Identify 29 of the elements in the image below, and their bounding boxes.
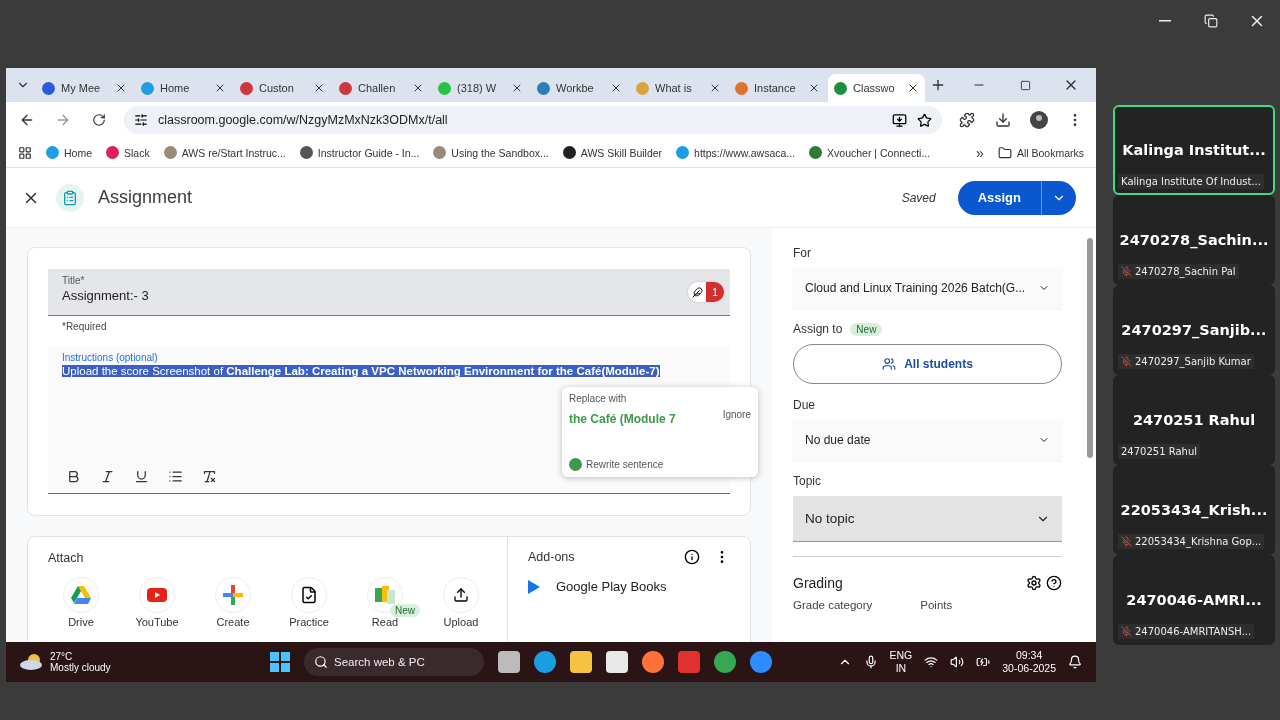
weather-condition: Mostly cloudy: [50, 662, 111, 673]
attach-label: YouTube: [135, 616, 179, 628]
attach-label: Read: [371, 616, 399, 628]
column-label: Grade category: [793, 599, 873, 611]
attach-label: Practice: [289, 616, 329, 628]
participant-label: 2470251 Rahul: [1118, 444, 1201, 459]
column-label: Points: [920, 599, 953, 611]
new-badge: New: [850, 322, 883, 336]
attach-label: Create: [216, 616, 250, 628]
temperature: 27°C: [50, 651, 74, 662]
page-title: Assignment: [98, 187, 194, 208]
participant-label: 22053434_Krishna Gop...: [1118, 534, 1265, 549]
participant-label: Kalinga Institute Of Indust...: [1118, 174, 1264, 189]
field-label: Assign to: [793, 322, 843, 336]
participant-label: 2470046-AMRITANSH...: [1118, 624, 1255, 639]
required-note: *Required: [62, 321, 108, 332]
attach-label: Upload: [443, 616, 479, 628]
field-label: Due: [793, 398, 816, 412]
section-heading: Attach: [48, 551, 85, 565]
popup-heading: Replace with: [569, 393, 628, 404]
save-status: Saved: [901, 190, 936, 205]
attach-label: Drive: [68, 616, 94, 628]
section-heading: Add-ons: [528, 550, 576, 564]
field-label: Topic: [793, 474, 822, 488]
field-label: For: [793, 246, 812, 260]
new-badge: New: [390, 604, 420, 617]
participant-label: 2470278_Sachin Pal: [1118, 264, 1239, 279]
section-heading: Grading: [793, 575, 844, 591]
participant-label: 2470297_Sanjib Kumar: [1118, 354, 1254, 369]
